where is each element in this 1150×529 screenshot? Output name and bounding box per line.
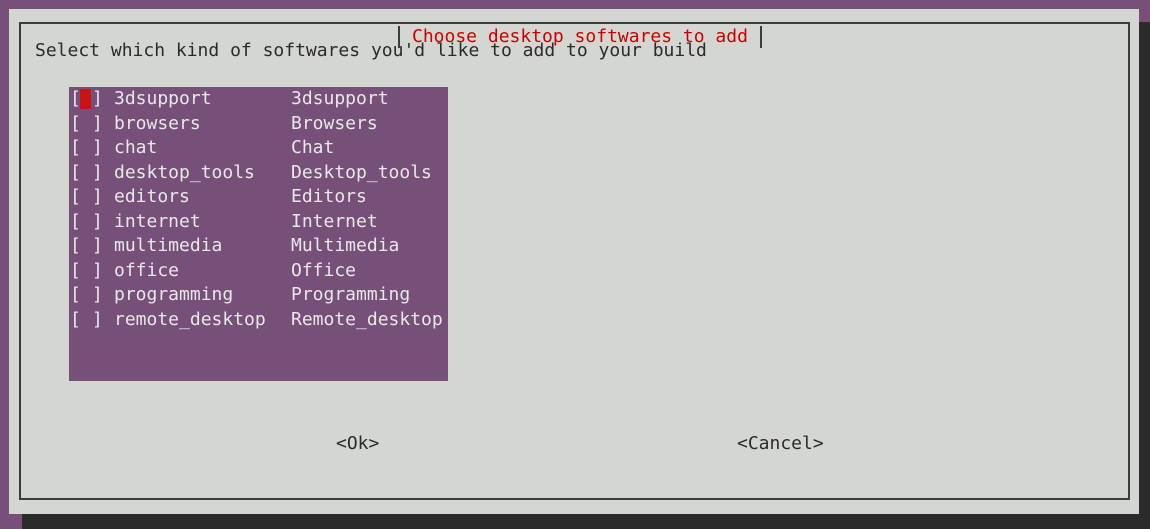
checklist-item[interactable]: [ ] 3dsupport 3dsupport: [69, 87, 389, 111]
checkbox-mark: [80, 89, 91, 109]
checkbox-close-bracket: ]: [92, 137, 103, 158]
item-description: 3dsupport: [291, 88, 389, 109]
item-description: Office: [291, 259, 357, 281]
item-description: Chat: [291, 137, 335, 158]
checklist-item[interactable]: [ ] programming Programming: [69, 283, 410, 307]
checklist: [ ] 3dsupport 3dsupport [ ] browsers Bro…: [69, 87, 448, 381]
checkbox-mark: [80, 212, 91, 232]
item-tag: 3dsupport: [114, 88, 212, 109]
checkbox-mark: [80, 261, 91, 281]
checkbox[interactable]: [ ]: [70, 185, 103, 209]
checkbox-close-bracket: ]: [92, 210, 103, 232]
checkbox-close-bracket: ]: [92, 259, 103, 281]
item-description: Programming: [291, 284, 411, 305]
item-description: Internet: [291, 210, 378, 232]
item-description: Editors: [291, 186, 367, 207]
checkbox-close-bracket: ]: [92, 284, 103, 305]
dialog-prompt: Select which kind of softwares you'd lik…: [35, 40, 707, 61]
item-tag: remote_desktop: [114, 308, 266, 330]
checklist-item[interactable]: [ ] editors Editors: [69, 185, 367, 209]
checklist-item[interactable]: [ ] remote_desktop Remote_desktop: [69, 308, 443, 332]
item-tag: chat: [114, 137, 158, 158]
item-tag: multimedia: [114, 235, 223, 256]
dialog-shadow-right: [1139, 22, 1150, 529]
item-description: Browsers: [291, 112, 378, 134]
checkbox[interactable]: [ ]: [70, 210, 103, 234]
checkbox-mark: [80, 310, 91, 330]
cancel-button[interactable]: <Cancel>: [737, 432, 824, 456]
item-tag: editors: [114, 186, 190, 207]
checkbox-close-bracket: ]: [92, 88, 103, 109]
item-description: Multimedia: [291, 235, 400, 256]
checkbox-mark: [80, 138, 91, 158]
checkbox[interactable]: [ ]: [70, 112, 103, 136]
item-tag: desktop_tools: [114, 161, 255, 183]
checkbox-mark: [80, 114, 91, 134]
checkbox-mark: [80, 163, 91, 183]
checklist-item[interactable]: [ ] chat Chat: [69, 136, 334, 160]
checkbox[interactable]: [ ]: [70, 161, 103, 185]
item-description: Desktop_tools: [291, 161, 432, 183]
item-tag: programming: [114, 284, 234, 305]
checkbox[interactable]: [ ]: [70, 87, 103, 111]
checklist-item[interactable]: [ ] desktop_tools Desktop_tools: [69, 161, 432, 185]
checkbox[interactable]: [ ]: [70, 259, 103, 283]
checkbox-close-bracket: ]: [92, 112, 103, 134]
checklist-item[interactable]: [ ] browsers Browsers: [69, 112, 378, 136]
checkbox-mark: [80, 236, 91, 256]
dialog-shadow-bottom: [22, 514, 1150, 529]
checkbox[interactable]: [ ]: [70, 308, 103, 332]
checklist-item[interactable]: [ ] multimedia Multimedia: [69, 234, 399, 258]
checkbox-mark: [80, 187, 91, 207]
checkbox-mark: [80, 285, 91, 305]
checklist-item[interactable]: [ ] office Office: [69, 259, 356, 283]
checkbox-close-bracket: ]: [92, 308, 103, 330]
checkbox-close-bracket: ]: [92, 161, 103, 183]
checkbox-close-bracket: ]: [92, 235, 103, 256]
item-description: Remote_desktop: [291, 308, 443, 330]
checkbox[interactable]: [ ]: [70, 136, 103, 160]
checkbox-close-bracket: ]: [92, 186, 103, 207]
checkbox[interactable]: [ ]: [70, 283, 103, 307]
checkbox[interactable]: [ ]: [70, 234, 103, 258]
item-tag: internet: [114, 210, 201, 232]
checklist-item[interactable]: [ ] internet Internet: [69, 210, 378, 234]
item-tag: office: [114, 259, 180, 281]
ok-button[interactable]: <Ok>: [336, 432, 379, 456]
checklist-dialog: Choose desktop softwares to add Select w…: [9, 9, 1139, 514]
item-tag: browsers: [114, 112, 201, 134]
